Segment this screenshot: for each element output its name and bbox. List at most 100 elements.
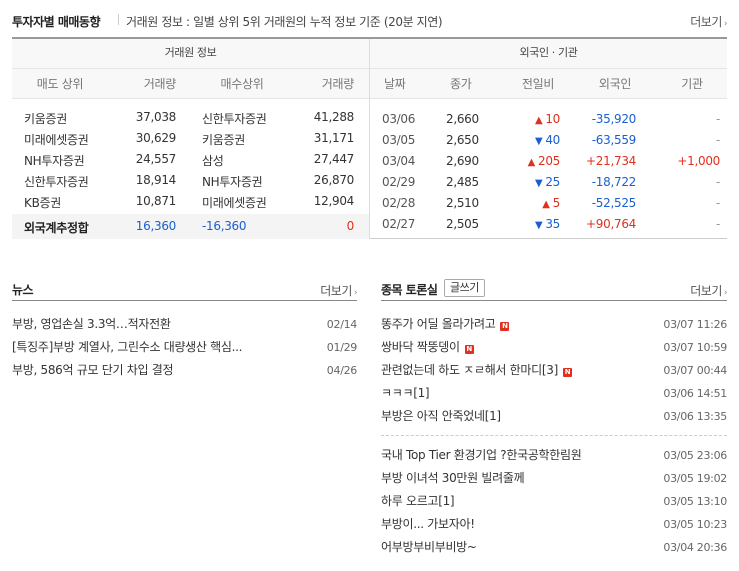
change-value: 5 [552,196,561,210]
board-item-title: 부방이... 가보자아! [381,517,475,531]
board-item[interactable]: 국내 Top Tier 환경기업 ?한국공학한림원 03/05 23:06 [381,444,727,467]
foreign-row-institution: - [715,175,720,189]
board-item[interactable]: 부방 이녀석 30만원 빌려줄께 03/05 19:02 [381,467,727,490]
write-post-button[interactable]: 글쓰기 [444,279,485,297]
board-item-title: 똥주가 어딜 올라가려고 [381,317,496,331]
triangle-up-icon: ▲ [542,199,550,210]
chevron-right-icon: › [353,288,358,298]
chevron-right-icon: › [723,19,728,29]
news-header: 뉴스 더보기 › [12,279,358,301]
broker-buy-name[interactable]: 삼성 [202,152,224,169]
broker-sell-name[interactable]: 미래에셋증권 [24,131,89,148]
news-item[interactable]: 부방, 586억 규모 단기 차입 결정 04/26 [12,359,357,382]
board-item-title-wrap: 부방 이녀석 30만원 빌려줄께 [381,467,651,490]
foreign-row-date: 02/28 [382,196,416,210]
broker-buy-name[interactable]: NH투자증권 [202,173,263,190]
board-item-date: 03/06 14:51 [663,387,727,400]
board-item-title-wrap: 쌍바닥 짝뚱뎅이 N [381,336,651,359]
foreign-row-foreign: +21,734 [586,154,636,168]
board-item-date: 03/05 13:10 [663,495,727,508]
investor-more-link[interactable]: 더보기 › [690,13,727,30]
broker-buy-volume: 27,447 [313,152,355,166]
board-item-title-wrap: 어부방부비부비방~ [381,536,651,559]
board-item-title-wrap: 하루 오르고[1] [381,490,651,513]
broker-sell-volume: 37,038 [135,110,177,124]
investor-trading-header: 투자자별 매매동향 거래원 정보 : 일별 상위 5위 거래원의 누적 정보 기… [12,10,728,32]
foreign-row-foreign: -63,559 [591,133,637,147]
foreign-row-foreign: -52,525 [591,196,637,210]
foreign-row-close: 2,660 [446,112,479,126]
board-more-link[interactable]: 더보기 › [690,282,727,299]
section-title: 투자자별 매매동향 [12,15,101,29]
foreign-row-change: ▼ 35 [500,217,560,231]
chevron-right-icon: › [723,288,728,298]
board-item[interactable]: ㅋㅋㅋ[1] 03/06 14:51 [381,382,727,405]
foreign-row-date: 03/06 [382,112,416,126]
news-item[interactable]: 부방, 영업손실 3.3억…적자전환 02/14 [12,313,357,336]
broker-sell-name[interactable]: KB증권 [24,194,61,211]
board-item-title: 하루 오르고[1] [381,494,455,508]
foreign-row-change: ▼ 40 [500,133,560,147]
foreign-row-institution: - [715,196,720,210]
board-divider [381,435,727,436]
foreign-row-change: ▲ 205 [500,154,561,168]
foreign-row-foreign: +90,764 [586,217,636,231]
board-item-date: 03/06 13:35 [663,410,727,423]
col-buy-top: 매수상위 [220,77,264,91]
board-item[interactable]: 어부방부비부비방~ 03/04 20:36 [381,536,727,559]
board-item[interactable]: 부방이... 가보자아! 03/05 10:23 [381,513,727,536]
foreign-row-institution: - [715,112,720,126]
broker-sell-name[interactable]: 키움증권 [24,110,67,127]
board-item-date: 03/07 11:26 [663,318,727,331]
board-item-title-wrap: 똥주가 어딜 올라가려고 N [381,313,651,336]
new-badge-icon: N [500,322,510,331]
broker-buy-name[interactable]: 키움증권 [202,131,245,148]
board-item-date: 03/05 19:02 [663,472,727,485]
foreign-row-foreign: -35,920 [591,112,637,126]
col-foreign: 외국인 [598,77,632,91]
foreign-row-date: 02/29 [382,175,416,189]
news-item-date: 04/26 [326,364,358,377]
broker-sell-volume: 24,557 [135,152,177,166]
broker-sell-name[interactable]: 신한투자증권 [24,173,89,190]
col-buy-volume: 거래량 [321,77,355,91]
broker-buy-volume: 31,171 [313,131,355,145]
board-item-title: 쌍바닥 짝뚱뎅이 [381,340,460,354]
foreign-total-label: 외국계추정합 [24,221,89,235]
board-item-date: 03/04 20:36 [663,541,727,554]
col-date: 날짜 [384,77,406,91]
foreign-row-foreign: -18,722 [591,175,637,189]
change-value: 40 [545,133,560,147]
foreign-total-net: 0 [346,219,355,233]
news-item[interactable]: [특징주]부방 계열사, 그린수소 대량생산 핵심... 01/29 [12,336,357,359]
more-label: 더보기 [690,15,722,29]
news-item-title: 부방, 586억 규모 단기 차입 결정 [12,363,174,377]
foreign-row-change: ▲ 5 [500,196,560,210]
foreign-total-buy: -16,360 [202,219,247,233]
broker-buy-volume: 12,904 [313,194,355,208]
news-title: 뉴스 [12,283,34,297]
board-item[interactable]: 하루 오르고[1] 03/05 13:10 [381,490,727,513]
col-sell-top: 매도 상위 [36,77,84,91]
news-more-link[interactable]: 더보기 › [320,282,357,299]
broker-sell-name[interactable]: NH투자증권 [24,152,85,169]
board-item-title-wrap: 관련없는데 하도 ㅈㄹ해서 한마디[3] N [381,359,651,382]
foreign-row-close: 2,505 [446,217,479,231]
broker-buy-name[interactable]: 신한투자증권 [202,110,267,127]
foreign-row-institution: - [715,217,720,231]
news-item-date: 02/14 [326,318,358,331]
board-item-date: 03/07 10:59 [663,341,727,354]
board-item[interactable]: 부방은 아직 안죽었네[1] 03/06 13:35 [381,405,727,428]
board-item-title: 부방 이녀석 30만원 빌려줄께 [381,471,525,485]
board-item[interactable]: 쌍바닥 짝뚱뎅이 N 03/07 10:59 [381,336,727,359]
foreign-total-sell: 16,360 [135,219,177,233]
broker-column-header-row: 매도 상위 거래량 매수상위 거래량 [12,69,369,99]
foreign-row-institution: - [715,133,720,147]
col-sell-volume: 거래량 [143,77,177,91]
foreign-row-change: ▲ 10 [500,112,560,126]
change-value: 25 [545,175,560,189]
board-item[interactable]: 똥주가 어딜 올라가려고 N 03/07 11:26 [381,313,727,336]
broker-buy-volume: 26,870 [313,173,355,187]
broker-buy-name[interactable]: 미래에셋증권 [202,194,267,211]
board-item[interactable]: 관련없는데 하도 ㅈㄹ해서 한마디[3] N 03/07 00:44 [381,359,727,382]
